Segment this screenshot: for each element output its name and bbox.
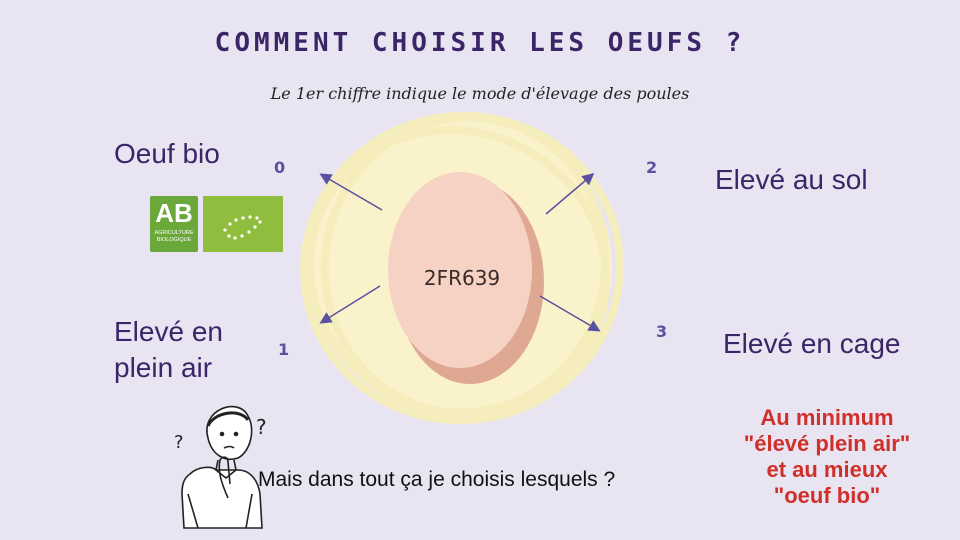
category-1-number: 1	[278, 340, 290, 359]
eu-organic-leaf-icon	[203, 196, 283, 252]
category-2-number: 2	[646, 158, 658, 177]
category-0-label: Oeuf bio	[114, 138, 220, 169]
category-1-label: Elevé en plein air	[114, 316, 223, 383]
ab-logo-text: AB	[155, 198, 193, 228]
category-3-number: 3	[656, 322, 668, 341]
thinking-person-icon: ? ?	[174, 405, 267, 529]
egg-code: 2FR639	[423, 266, 501, 290]
category-2-label: Elevé au sol	[715, 164, 868, 195]
ab-logo-subtext: AGRICULTURE BIOLOGIQUE	[154, 230, 194, 243]
ab-logo: AB AGRICULTURE BIOLOGIQUE	[150, 196, 198, 252]
category-0-number: 0	[274, 158, 286, 177]
category-3-label: Elevé en cage	[723, 328, 901, 359]
advice-text: Au minimum "élevé plein air" et au mieux…	[743, 405, 911, 508]
question-text: Mais dans tout ça je choisis lesquels ?	[258, 468, 616, 491]
svg-text:?: ?	[256, 415, 267, 439]
svg-text:?: ?	[174, 432, 184, 453]
